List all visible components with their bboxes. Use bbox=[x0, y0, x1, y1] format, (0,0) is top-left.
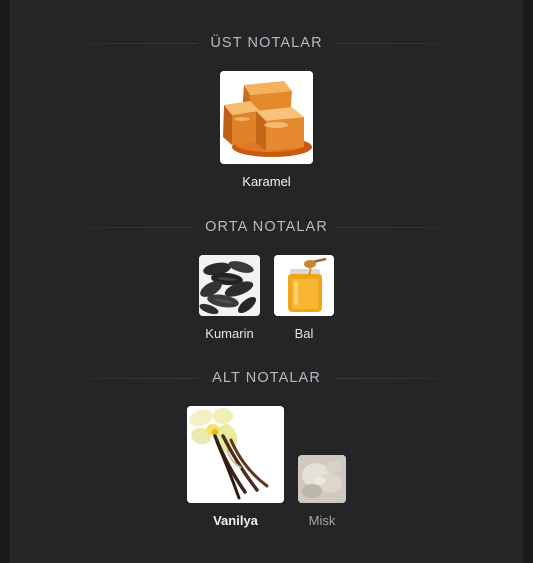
section-header: ORTA NOTALAR bbox=[10, 215, 523, 239]
section-title: ÜST NOTALAR bbox=[198, 35, 335, 51]
note-label: Karamel bbox=[242, 174, 291, 189]
note-item-karamel[interactable]: Karamel bbox=[220, 71, 313, 189]
section-header: ÜST NOTALAR bbox=[10, 31, 523, 55]
divider-line bbox=[70, 378, 198, 379]
musk-icon bbox=[298, 455, 346, 503]
divider-line bbox=[335, 227, 463, 228]
note-item-misk[interactable]: Misk bbox=[298, 455, 346, 528]
notes-panel: ÜST NOTALAR Karamel ORTA NOTALAR Kumarin… bbox=[10, 0, 523, 563]
section-title: ORTA NOTALAR bbox=[193, 219, 340, 235]
top-notes-section: ÜST NOTALAR bbox=[10, 31, 523, 55]
divider-line bbox=[70, 43, 198, 44]
top-notes-list: Karamel bbox=[10, 71, 523, 189]
honey-jar-icon bbox=[274, 255, 334, 316]
section-title: ALT NOTALAR bbox=[200, 370, 333, 386]
divider-line bbox=[335, 43, 463, 44]
caramel-icon bbox=[220, 71, 313, 164]
section-header: ALT NOTALAR bbox=[10, 366, 523, 390]
note-item-kumarin[interactable]: Kumarin bbox=[199, 255, 260, 341]
middle-notes-list: Kumarin Bal bbox=[10, 255, 523, 341]
note-label: Kumarin bbox=[205, 326, 254, 341]
base-notes-list: Vanilya Misk bbox=[10, 406, 523, 528]
tonka-beans-icon bbox=[199, 255, 260, 316]
note-label: Vanilya bbox=[213, 513, 258, 528]
divider-line bbox=[335, 378, 463, 379]
vanilla-icon bbox=[187, 406, 284, 503]
note-label: Misk bbox=[308, 513, 336, 528]
note-item-vanilya[interactable]: Vanilya bbox=[187, 406, 284, 528]
note-item-bal[interactable]: Bal bbox=[274, 255, 334, 341]
base-notes-section: ALT NOTALAR bbox=[10, 366, 523, 390]
middle-notes-section: ORTA NOTALAR bbox=[10, 215, 523, 239]
note-label: Bal bbox=[294, 326, 314, 341]
divider-line bbox=[70, 227, 198, 228]
